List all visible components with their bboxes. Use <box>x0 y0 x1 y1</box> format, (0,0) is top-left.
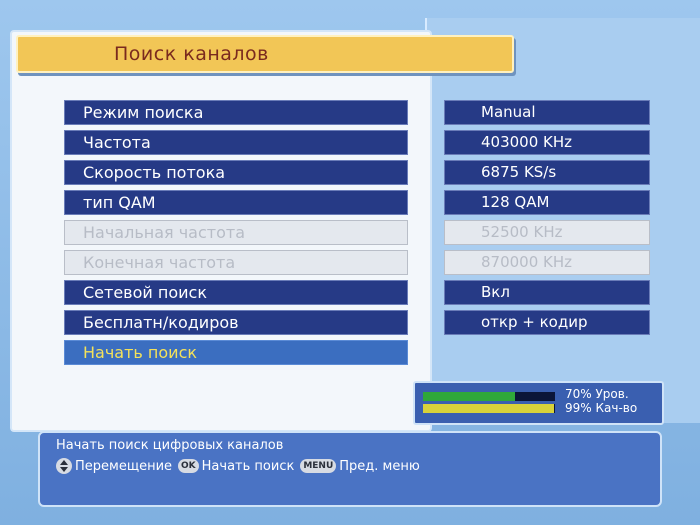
signal-level-bar <box>423 392 555 401</box>
settings-menu: Режим поиска Частота Скорость потока тип… <box>64 100 408 370</box>
up-down-arrows-icon <box>56 458 72 474</box>
signal-quality-bar <box>423 404 555 413</box>
value-network-search[interactable]: Вкл <box>444 280 650 305</box>
menu-item-network-search[interactable]: Сетевой поиск <box>64 280 408 305</box>
signal-level-fill <box>423 392 516 401</box>
ok-key-icon: OK <box>178 459 199 473</box>
value-search-mode[interactable]: Manual <box>444 100 650 125</box>
ok-hint: Начать поиск <box>201 458 295 474</box>
value-frequency[interactable]: 403000 KHz <box>444 130 650 155</box>
signal-level-label: 70% Уров. <box>565 387 629 401</box>
signal-quality-label: 99% Кач-во <box>565 401 638 415</box>
menu-key-icon: MENU <box>300 459 337 473</box>
page-title: Поиск каналов <box>114 43 269 65</box>
menu-hint: Пред. меню <box>339 458 420 474</box>
settings-values: Manual 403000 KHz 6875 KS/s 128 QAM 5250… <box>444 100 650 340</box>
help-panel: Начать поиск цифровых каналов Перемещени… <box>38 431 662 507</box>
value-start-frequency: 52500 KHz <box>444 220 650 245</box>
value-free-scrambled[interactable]: откр + кодир <box>444 310 650 335</box>
key-hints: Перемещение OK Начать поиск MENU Пред. м… <box>56 458 426 474</box>
menu-item-end-frequency: Конечная частота <box>64 250 408 275</box>
start-search-button[interactable]: Начать поиск <box>64 340 408 365</box>
menu-item-qam-type[interactable]: тип QAM <box>64 190 408 215</box>
help-description: Начать поиск цифровых каналов <box>56 438 284 453</box>
title-bar: Поиск каналов <box>16 35 514 73</box>
menu-item-free-scrambled[interactable]: Бесплатн/кодиров <box>64 310 408 335</box>
value-qam-type[interactable]: 128 QAM <box>444 190 650 215</box>
menu-item-symbol-rate[interactable]: Скорость потока <box>64 160 408 185</box>
value-symbol-rate[interactable]: 6875 KS/s <box>444 160 650 185</box>
signal-indicator: 70% Уров. 99% Кач-во <box>413 381 664 425</box>
signal-quality-fill <box>423 404 554 413</box>
move-hint: Перемещение <box>75 458 173 474</box>
value-end-frequency: 870000 KHz <box>444 250 650 275</box>
menu-item-search-mode[interactable]: Режим поиска <box>64 100 408 125</box>
menu-item-frequency[interactable]: Частота <box>64 130 408 155</box>
menu-item-start-frequency: Начальная частота <box>64 220 408 245</box>
